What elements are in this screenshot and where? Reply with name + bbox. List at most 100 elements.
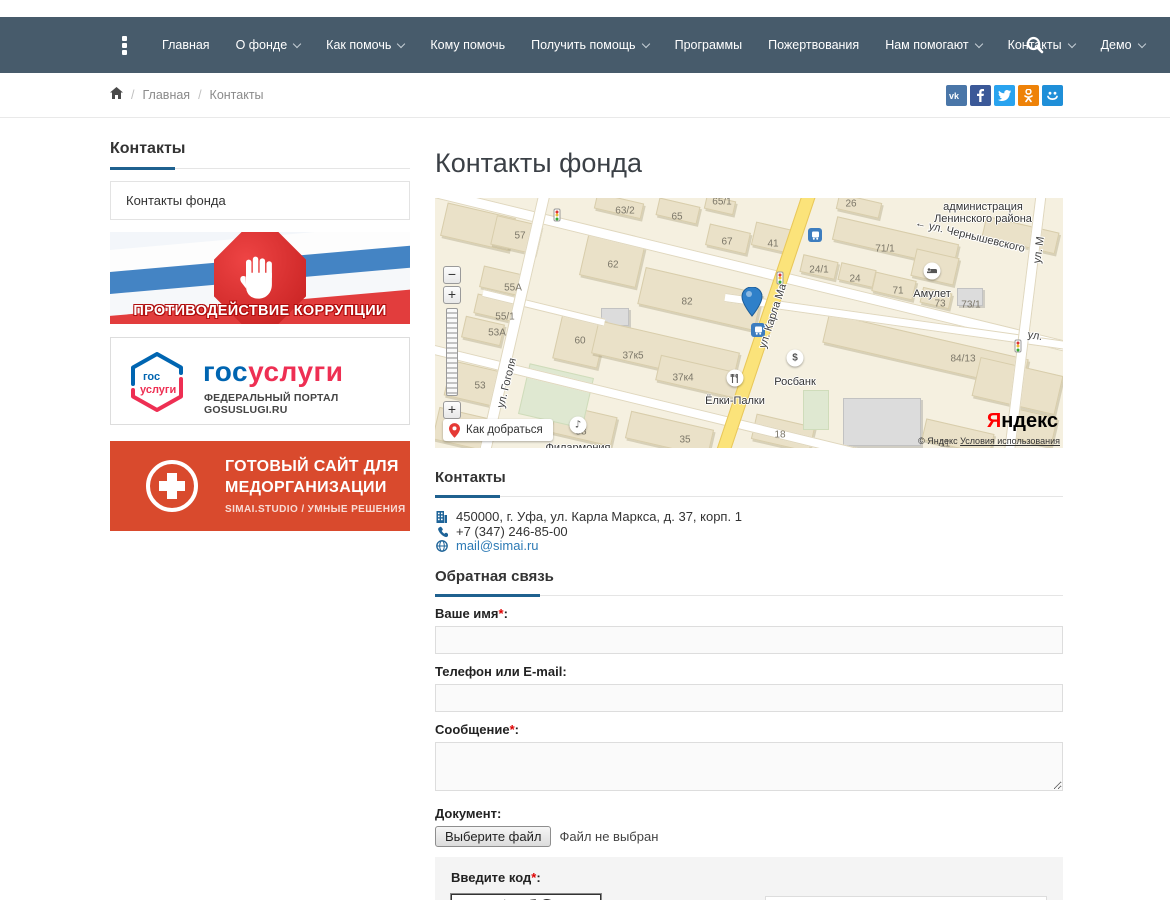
red-pin-icon (449, 423, 460, 438)
map-building-number: 71/1 (875, 244, 894, 255)
breadcrumb-home-icon[interactable] (110, 87, 123, 102)
map-placemark-icon[interactable] (741, 287, 763, 322)
map-zoom-in-button[interactable]: + (443, 286, 461, 304)
captcha-letter: M (515, 895, 540, 900)
map-building-number: 41 (767, 239, 778, 250)
breadcrumb-item-1[interactable]: Главная (142, 88, 190, 102)
required-asterisk: * (510, 722, 515, 737)
route-button[interactable]: Как добраться (443, 419, 553, 441)
nav-item-7[interactable]: Пожертвования (755, 28, 872, 62)
map-building-number: 37к5 (622, 351, 643, 362)
sidebar: Контакты Контакты фонда ПРОТИВОДЕЙСТВИЕ … (110, 140, 410, 531)
captcha-input[interactable] (765, 896, 1047, 900)
map-building (803, 390, 829, 430)
chevron-down-icon (397, 40, 405, 48)
banner-anticorruption[interactable]: ПРОТИВОДЕЙСТВИЕ КОРРУПЦИИ (110, 232, 410, 324)
sidebar-menu-item-1[interactable]: Контакты фонда (111, 182, 409, 219)
map-building-number: 26 (845, 199, 856, 210)
map-zoom-in-button-2[interactable]: + (443, 401, 461, 419)
map-place-label: Ёлки-Палки (705, 395, 765, 407)
contacts-section-title: Контакты (435, 469, 1063, 497)
svg-text:vk: vk (949, 91, 960, 100)
page: ГлавнаяО фондеКак помочьКому помочьПолуч… (0, 0, 1170, 900)
required-asterisk: * (499, 606, 504, 621)
yandex-map[interactable]: ← ул. Чернышевскогоул. Гоголяул. Карла М… (435, 198, 1063, 448)
choose-file-button[interactable]: Выберите файл (435, 826, 551, 847)
map-building-number: 73 (934, 299, 945, 310)
map-building-number: 24 (849, 274, 860, 285)
banner-medsite[interactable]: ГОТОВЫЙ САЙТ ДЛЯ МЕДОРГАНИЗАЦИИ SIMAI.ST… (110, 441, 410, 531)
nav-item-5[interactable]: Получить помощь (518, 28, 661, 62)
yandex-logo[interactable]: Яндекс (987, 410, 1058, 433)
nav-item-2[interactable]: О фонде (223, 28, 314, 62)
map-building-number: 60 (574, 336, 585, 347)
map-building-number: 62 (607, 260, 618, 271)
social-twitter-icon[interactable] (994, 85, 1015, 106)
chevron-down-icon (974, 40, 982, 48)
breadcrumb-bar: /Главная/Контакты vk (0, 73, 1170, 118)
map-attribution: © Яндекс Условия использования (918, 436, 1060, 446)
search-icon[interactable] (1025, 35, 1045, 60)
address-text: 450000, г. Уфа, ул. Карла Маркса, д. 37,… (456, 510, 742, 525)
svg-text:гос: гос (143, 371, 160, 383)
map-building-number: 82 (681, 297, 692, 308)
map-street-label: ул. М (1031, 236, 1047, 264)
breadcrumb-separator: / (198, 88, 201, 102)
file-status-text: Файл не выбран (559, 829, 658, 844)
captcha-label: Введите код*: (451, 870, 1047, 885)
map-poi-food-icon (727, 370, 744, 387)
map-building-number: 71 (892, 286, 903, 297)
map-zoom-slider[interactable] (446, 308, 458, 396)
nav-item-3[interactable]: Как помочь (313, 28, 417, 62)
nav-item-1[interactable]: Главная (149, 28, 223, 62)
map-place-label: Росбанк (774, 376, 816, 388)
map-zoom-out-button[interactable]: − (443, 266, 461, 284)
breadcrumb: /Главная/Контакты (110, 87, 264, 102)
sidebar-menu: Контакты фонда (110, 181, 410, 220)
map-building-number: 55А (504, 283, 522, 294)
field-label-message: Сообщение*: (435, 722, 1063, 737)
building-icon (435, 511, 448, 523)
top-navigation-bar: ГлавнаяО фондеКак помочьКому помочьПолуч… (0, 17, 1170, 73)
gosuslugi-wordmark: госуслуги (203, 356, 343, 388)
map-building-number: 18 (774, 430, 785, 441)
map-terms-link[interactable]: Условия использования (960, 436, 1060, 446)
accessibility-menu-icon[interactable] (122, 36, 127, 55)
file-field-label: Документ: (435, 806, 1063, 821)
message-input[interactable] (435, 742, 1063, 791)
chevron-down-icon (293, 40, 301, 48)
map-building-number: 35 (679, 435, 690, 446)
feedback-section: Обратная связь Ваше имя*:Телефон или E-m… (435, 568, 1063, 900)
phone-text: +7 (347) 246-85-00 (456, 525, 568, 540)
map-building-number: 63/2 (615, 206, 634, 217)
banner-medsite-subtitle: SIMAI.STUDIO / УМНЫЕ РЕШЕНИЯ (225, 504, 406, 515)
email-row: mail@simai.ru (435, 539, 1063, 554)
banner-medsite-line1: ГОТОВЫЙ САЙТ ДЛЯ (225, 458, 399, 476)
page-title: Контакты фонда (435, 148, 1063, 179)
nav-item-10[interactable]: Демо (1088, 28, 1158, 62)
gosuslugi-logo-icon: гос услуги (129, 352, 185, 417)
social-vk-icon[interactable]: vk (946, 85, 967, 106)
phone-icon (435, 526, 448, 538)
social-moimir-icon[interactable] (1042, 85, 1063, 106)
social-odnoklassniki-icon[interactable] (1018, 85, 1039, 106)
phone-email-input[interactable] (435, 684, 1063, 712)
sidebar-title: Контакты (110, 140, 410, 169)
map-building-number: 24/1 (809, 265, 828, 276)
email-link[interactable]: mail@simai.ru (456, 539, 539, 554)
chevron-down-icon (1067, 40, 1075, 48)
route-button-label: Как добраться (466, 424, 543, 436)
nav-item-6[interactable]: Программы (662, 28, 756, 62)
nav-item-8[interactable]: Нам помогают (872, 28, 994, 62)
nav-item-4[interactable]: Кому помочь (417, 28, 518, 62)
map-street-label: ул. (1027, 329, 1043, 343)
map-building-number: 65 (671, 212, 682, 223)
map-building (836, 198, 882, 219)
map-building-number: 57 (514, 231, 525, 242)
banner-gosuslugi[interactable]: гос услуги госуслуги ФЕДЕРАЛЬНЫЙ ПОРТАЛ … (110, 337, 410, 425)
phone-row: +7 (347) 246-85-00 (435, 525, 1063, 540)
chevron-down-icon (1137, 40, 1145, 48)
social-facebook-icon[interactable] (970, 85, 991, 106)
name-input[interactable] (435, 626, 1063, 654)
file-field: Выберите файл Файл не выбран (435, 826, 1063, 847)
